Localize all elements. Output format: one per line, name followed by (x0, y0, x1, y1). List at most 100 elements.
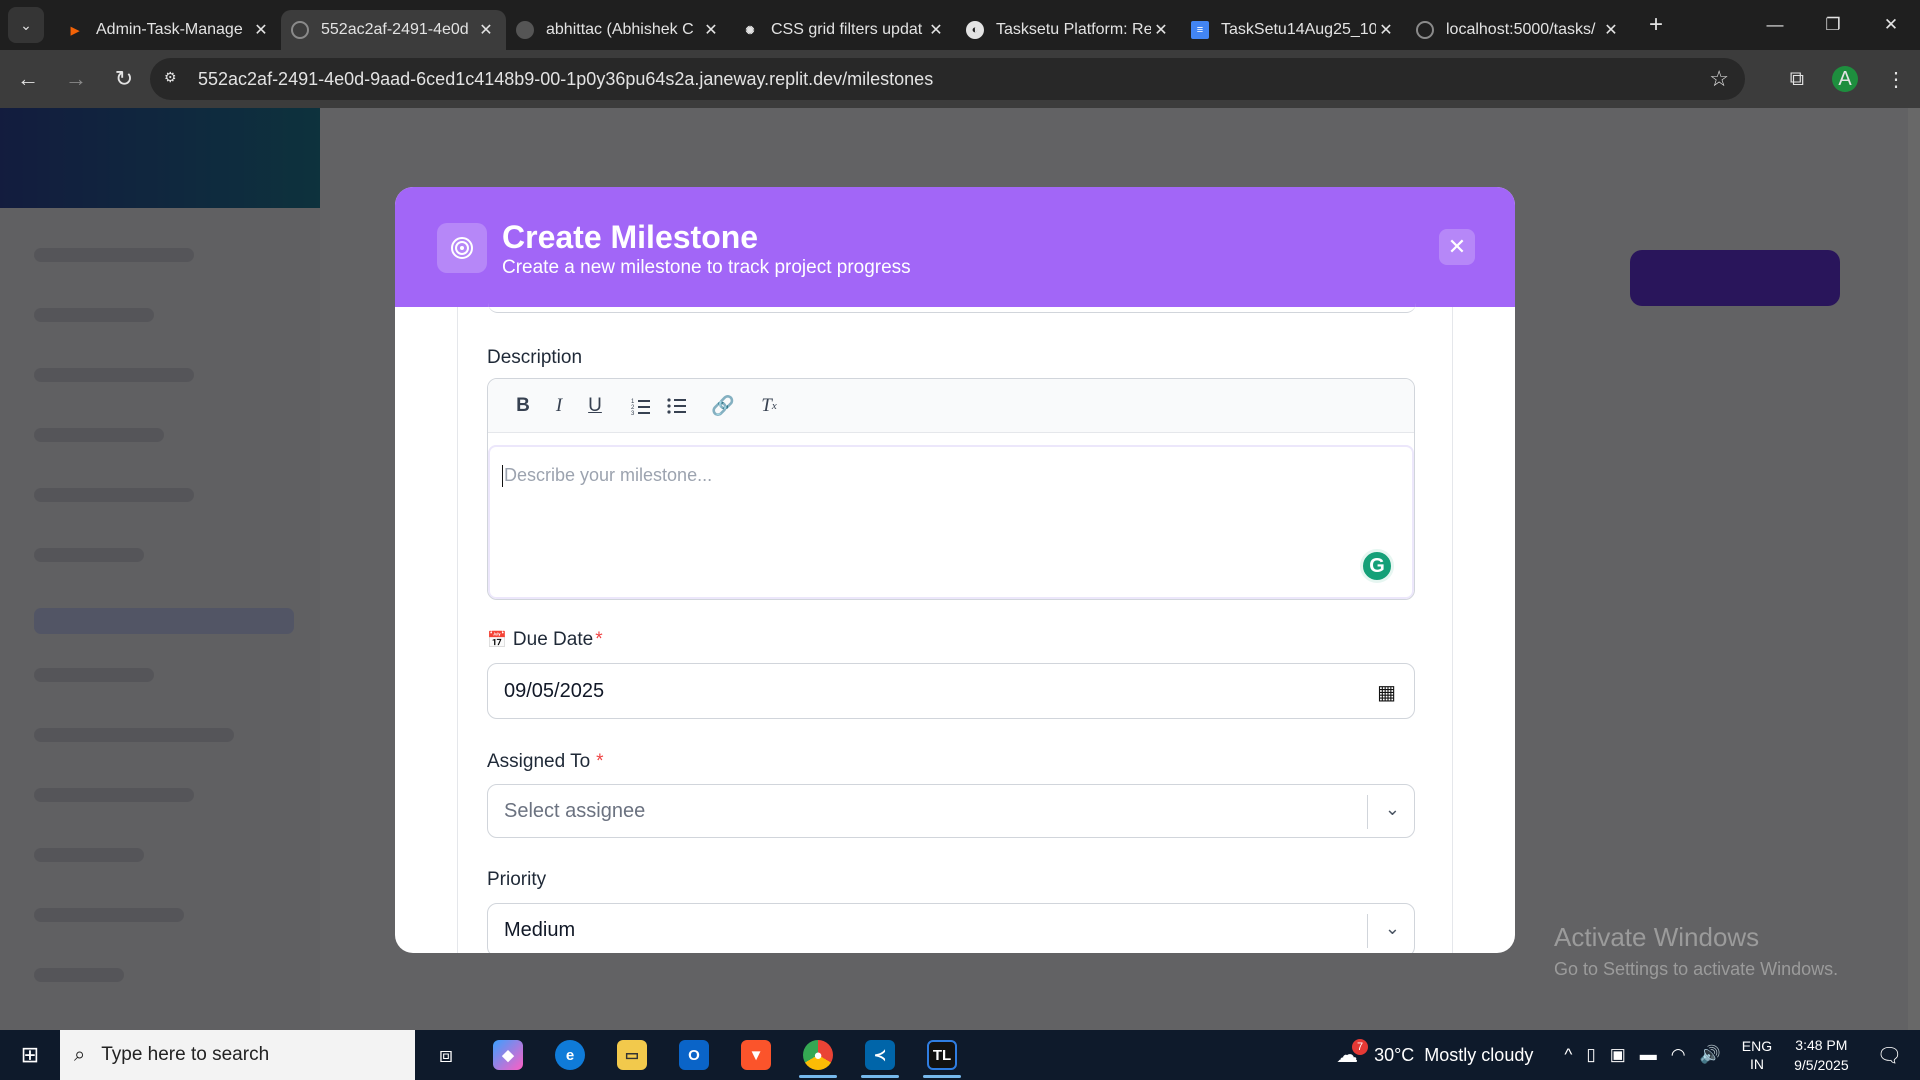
link-icon[interactable]: 🔗 (706, 389, 740, 423)
svg-text:3: 3 (631, 411, 635, 415)
tab-github[interactable]: abhittac (Abhishek C ✕ (506, 10, 731, 50)
clock-time: 3:48 PM (1795, 1037, 1848, 1053)
tab-claude[interactable]: ◐ Tasksetu Platform: Re ✕ (956, 10, 1181, 50)
notifications-icon[interactable]: 🗨 (1877, 1043, 1902, 1068)
close-tab-icon[interactable]: ✕ (476, 20, 496, 40)
priority-select[interactable]: Medium ⌄ (487, 903, 1415, 953)
tab-title: 552ac2af-2491-4e0d (321, 21, 469, 38)
activate-windows-watermark: Activate Windows Go to Settings to activ… (1554, 922, 1838, 980)
chevron-down-icon[interactable]: ⌄ (1385, 799, 1400, 820)
taskbar-search[interactable]: ⌕ Type here to search (60, 1030, 415, 1080)
close-tab-icon[interactable]: ✕ (1151, 20, 1171, 40)
tab-search-button[interactable]: ⌄ (8, 7, 44, 43)
close-tab-icon[interactable]: ✕ (1376, 20, 1396, 40)
close-dialog-button[interactable]: ✕ (1439, 229, 1475, 265)
priority-value: Medium (504, 918, 576, 941)
watermark-subtitle: Go to Settings to activate Windows. (1554, 959, 1839, 979)
extensions-icon[interactable]: ⧉ (1790, 68, 1804, 91)
reload-icon[interactable]: ↻ (104, 59, 144, 99)
bullet-list-icon[interactable] (660, 389, 694, 423)
close-tab-icon[interactable]: ✕ (926, 20, 946, 40)
search-placeholder: Type here to search (101, 1044, 270, 1065)
language-indicator[interactable]: ENG IN (1742, 1037, 1772, 1073)
dialog-title: Create Milestone (502, 219, 759, 255)
restore-icon[interactable]: ❐ (1804, 0, 1862, 50)
close-window-icon[interactable]: ✕ (1862, 0, 1920, 50)
bold-icon[interactable]: B (506, 389, 540, 423)
forward-icon[interactable]: → (56, 59, 96, 99)
assigned-to-label: Assigned To * (487, 751, 604, 772)
address-bar[interactable]: ⚙ 552ac2af-2491-4e0d-9aad-6ced1c4148b9-0… (150, 58, 1745, 100)
weather-widget[interactable]: ☁ 7 30°C Mostly cloudy (1336, 1039, 1534, 1068)
tab-title: Tasksetu Platform: Re (996, 21, 1151, 38)
weather-desc: Mostly cloudy (1424, 1044, 1534, 1065)
close-tab-icon[interactable]: ✕ (251, 20, 271, 40)
file-explorer-icon[interactable]: ▭ (601, 1030, 663, 1080)
italic-icon[interactable]: I (542, 389, 576, 423)
search-icon: ⌕ (74, 1043, 86, 1066)
clear-format-icon[interactable]: Tx (752, 389, 786, 423)
task-view-icon[interactable]: ⧈ (415, 1030, 477, 1080)
windows-start-icon[interactable]: ⊞ (0, 1030, 60, 1080)
windows-taskbar: ⊞ ⌕ Type here to search ⧈ ◆ e ▭ O ▼ ● ≺ … (0, 1030, 1920, 1080)
tab-milestones-active[interactable]: 552ac2af-2491-4e0d ✕ (281, 10, 506, 50)
chrome-menu-icon[interactable]: ⋮ (1886, 67, 1906, 92)
assignee-select[interactable]: Select assignee ⌄ (487, 784, 1415, 838)
window-controls: — ❐ ✕ (1746, 0, 1920, 50)
description-input[interactable]: Describe your milestone... G (488, 445, 1414, 599)
brave-icon[interactable]: ▼ (725, 1030, 787, 1080)
tab-chatgpt[interactable]: ✺ CSS grid filters updat ✕ (731, 10, 956, 50)
target-icon (437, 223, 487, 273)
select-divider (1367, 914, 1368, 948)
close-tab-icon[interactable]: ✕ (701, 20, 721, 40)
outlook-icon[interactable]: O (663, 1030, 725, 1080)
tasklist-app-icon[interactable]: TL (911, 1030, 973, 1080)
chatgpt-icon: ✺ (745, 24, 755, 37)
wifi-icon[interactable]: ◠ (1671, 1045, 1686, 1065)
required-marker: * (595, 629, 603, 650)
edge-icon[interactable]: e (539, 1030, 601, 1080)
close-tab-icon[interactable]: ✕ (1601, 20, 1621, 40)
battery-icon[interactable]: ▬ (1640, 1045, 1657, 1065)
chevron-down-icon[interactable]: ⌄ (1385, 918, 1400, 939)
minimize-icon[interactable]: — (1746, 0, 1804, 50)
dialog-subtitle: Create a new milestone to track project … (502, 257, 911, 278)
assignee-placeholder: Select assignee (504, 799, 646, 822)
meet-now-icon[interactable]: ▣ (1610, 1045, 1626, 1065)
due-date-input[interactable]: 09/05/2025 ▦ (487, 663, 1415, 719)
tab-localhost[interactable]: localhost:5000/tasks/ ✕ (1406, 10, 1631, 50)
dialog-header: Create Milestone Create a new milestone … (395, 187, 1515, 307)
back-icon[interactable]: ← (8, 59, 48, 99)
site-info-icon[interactable]: ⚙ (164, 69, 184, 89)
text-caret (502, 465, 503, 487)
globe-icon (291, 21, 309, 39)
bookmark-star-icon[interactable]: ☆ (1709, 66, 1729, 92)
watermark-title: Activate Windows (1554, 922, 1760, 952)
browser-tab-bar: ⌄ ▶ Admin-Task-Manage ✕ 552ac2af-2491-4e… (0, 0, 1920, 50)
github-icon (516, 21, 534, 39)
tab-admin-task-manager[interactable]: ▶ Admin-Task-Manage ✕ (56, 10, 281, 50)
date-picker-icon[interactable]: ▦ (1377, 680, 1396, 705)
ordered-list-icon[interactable]: 123 (624, 389, 658, 423)
underline-icon[interactable]: U (578, 389, 612, 423)
copilot-icon[interactable]: ◆ (477, 1030, 539, 1080)
new-tab-button[interactable]: + (1649, 11, 1663, 39)
url-text: 552ac2af-2491-4e0d-9aad-6ced1c4148b9-00-… (198, 68, 934, 89)
grammarly-icon[interactable]: G (1360, 549, 1394, 583)
description-editor: B I U 123 🔗 Tx Describe your milestone..… (487, 378, 1415, 600)
clock-date: 9/5/2025 (1794, 1057, 1849, 1073)
globe-icon (1416, 21, 1434, 39)
weather-alert-badge: 7 (1352, 1039, 1369, 1055)
weather-temp: 30°C (1374, 1044, 1415, 1065)
system-clock[interactable]: 3:48 PM 9/5/2025 (1794, 1035, 1849, 1075)
device-icon[interactable]: ▯ (1586, 1045, 1595, 1065)
required-marker: * (596, 751, 604, 772)
tab-google-docs[interactable]: ≡ TaskSetu14Aug25_10 ✕ (1181, 10, 1406, 50)
volume-icon[interactable]: 🔊 (1700, 1045, 1721, 1065)
create-milestone-dialog: Create Milestone Create a new milestone … (395, 187, 1515, 953)
profile-avatar[interactable]: A (1832, 66, 1858, 92)
chevron-up-icon[interactable]: ^ (1564, 1045, 1572, 1065)
chrome-icon[interactable]: ● (787, 1030, 849, 1080)
previous-field-edge (488, 301, 1416, 313)
vscode-icon[interactable]: ≺ (849, 1030, 911, 1080)
